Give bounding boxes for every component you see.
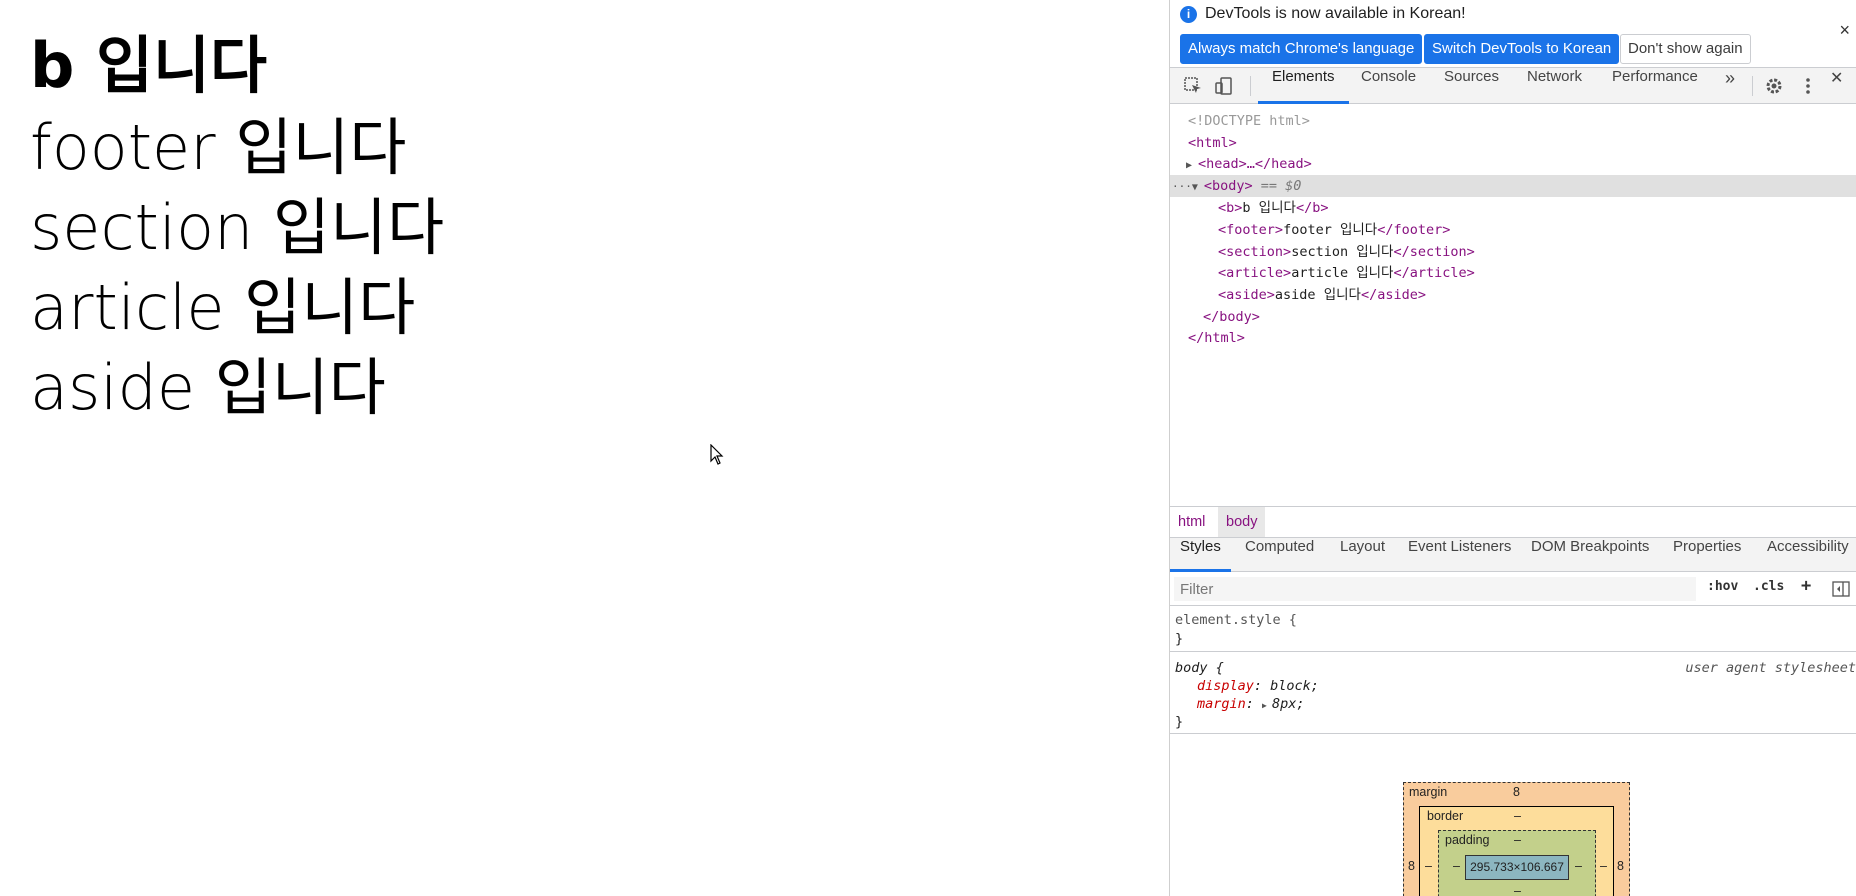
box-model-diagram: margin 8 8 8 border – – – padding – – – …: [1170, 734, 1856, 896]
padding-top-value[interactable]: –: [1514, 833, 1521, 847]
page-b-text: b 입니다: [30, 29, 268, 102]
element-style-close: }: [1175, 631, 1184, 647]
padding-right-value[interactable]: –: [1575, 859, 1582, 873]
cls-toggle-button[interactable]: .cls: [1753, 579, 1784, 594]
margin-right-value[interactable]: 8: [1617, 859, 1624, 873]
new-style-rule-icon[interactable]: +: [1801, 576, 1811, 596]
expand-triangle-icon[interactable]: ▶: [1186, 155, 1198, 177]
dom-child-footer[interactable]: <footer>footer 입니다</footer>: [1170, 219, 1856, 241]
toggle-sidebar-icon[interactable]: [1832, 581, 1850, 597]
collapse-triangle-icon[interactable]: ▼: [1192, 177, 1204, 199]
expand-triangle-icon[interactable]: ▶: [1262, 697, 1272, 715]
inspect-element-icon[interactable]: [1183, 76, 1203, 96]
user-agent-stylesheet-label: user agent stylesheet: [1685, 660, 1856, 676]
dom-tree: <!DOCTYPE html> <html> ▶ <head>…</head> ·…: [1170, 104, 1856, 506]
body-ua-rule: body { user agent stylesheet display: bl…: [1170, 652, 1856, 734]
dom-html-open[interactable]: <html>: [1170, 132, 1856, 154]
match-language-button[interactable]: Always match Chrome's language: [1180, 34, 1423, 64]
body-rule-selector[interactable]: body {: [1175, 659, 1224, 677]
dom-head[interactable]: ▶ <head>…</head>: [1170, 153, 1856, 175]
margin-declaration[interactable]: margin: ▶ 8px;: [1197, 695, 1305, 713]
dom-child-section[interactable]: <section>section 입니다</section>: [1170, 241, 1856, 263]
more-options-icon[interactable]: [1798, 76, 1818, 96]
box-model-content-size[interactable]: 295.733×106.667: [1465, 855, 1569, 880]
devtools-panel: i DevTools is now available in Korean! ×…: [1169, 0, 1856, 896]
display-declaration[interactable]: display: block;: [1197, 677, 1319, 695]
element-style-rule: element.style { }: [1170, 606, 1856, 652]
border-right-value[interactable]: –: [1600, 859, 1607, 873]
dom-child-aside[interactable]: <aside>aside 입니다</aside>: [1170, 284, 1856, 306]
settings-gear-icon[interactable]: [1764, 76, 1784, 96]
tab-network[interactable]: Network: [1527, 68, 1582, 104]
mouse-cursor-icon: [710, 444, 724, 465]
tab-elements[interactable]: Elements: [1258, 68, 1349, 104]
tab-sources[interactable]: Sources: [1444, 68, 1499, 104]
styles-filter-input[interactable]: [1174, 577, 1696, 601]
styles-tab-bar: Styles Computed Layout Event Listeners D…: [1170, 538, 1856, 572]
close-devtools-icon[interactable]: ✕: [1830, 68, 1843, 104]
ellipsis-icon[interactable]: ···: [1172, 180, 1192, 193]
border-label: border: [1427, 809, 1464, 823]
dom-doctype[interactable]: <!DOCTYPE html>: [1170, 110, 1856, 132]
infobar-message: DevTools is now available in Korean!: [1205, 5, 1466, 22]
dom-html-close[interactable]: </html>: [1170, 327, 1856, 349]
tab-accessibility[interactable]: Accessibility: [1767, 538, 1849, 572]
more-tabs-icon[interactable]: »: [1725, 68, 1735, 104]
toolbar-divider: [1752, 76, 1753, 96]
dom-child-b[interactable]: <b>b 입니다</b>: [1170, 197, 1856, 219]
dom-body-selected[interactable]: ···▼ <body> == $0: [1170, 175, 1856, 197]
switch-korean-button[interactable]: Switch DevTools to Korean: [1424, 34, 1620, 64]
toolbar-divider: [1250, 76, 1251, 96]
dont-show-again-button[interactable]: Don't show again: [1620, 34, 1751, 64]
dom-child-article[interactable]: <article>article 입니다</article>: [1170, 262, 1856, 284]
body-rule-close: }: [1175, 714, 1184, 730]
rendered-page: b 입니다 footer 입니다 section 입니다 article 입니다…: [0, 0, 1169, 896]
element-style-selector[interactable]: element.style {: [1175, 611, 1297, 629]
padding-bottom-value[interactable]: –: [1514, 884, 1521, 896]
infobar-close-icon[interactable]: ×: [1839, 20, 1850, 41]
page-section-text: section 입니다: [30, 191, 445, 264]
info-icon: i: [1180, 6, 1197, 23]
dom-body-close[interactable]: </body>: [1170, 306, 1856, 328]
padding-label: padding: [1445, 833, 1490, 847]
tab-styles[interactable]: Styles: [1170, 538, 1231, 572]
breadcrumb-body[interactable]: body: [1218, 507, 1266, 537]
tab-properties[interactable]: Properties: [1673, 538, 1741, 572]
page-article-text: article 입니다: [30, 271, 416, 344]
device-toolbar-icon[interactable]: [1214, 76, 1234, 96]
tab-event-listeners[interactable]: Event Listeners: [1408, 538, 1511, 572]
main-tab-bar: Elements Console Sources Network Perform…: [1170, 68, 1856, 104]
margin-label: margin: [1409, 785, 1448, 799]
selected-marker: == $0: [1260, 178, 1302, 194]
tab-dom-breakpoints[interactable]: DOM Breakpoints: [1531, 538, 1649, 572]
page-aside-text: aside 입니다: [30, 351, 386, 424]
border-top-value[interactable]: –: [1514, 809, 1521, 823]
padding-left-value[interactable]: –: [1453, 859, 1460, 873]
breadcrumb: html body: [1170, 506, 1856, 538]
border-left-value[interactable]: –: [1425, 859, 1432, 873]
language-infobar: i DevTools is now available in Korean! ×…: [1170, 0, 1856, 68]
tab-console[interactable]: Console: [1361, 68, 1416, 104]
margin-top-value[interactable]: 8: [1513, 785, 1520, 799]
tab-layout[interactable]: Layout: [1340, 538, 1385, 572]
styles-filter-bar: :hov .cls +: [1170, 572, 1856, 606]
breadcrumb-html[interactable]: html: [1170, 507, 1213, 537]
tab-performance[interactable]: Performance: [1612, 68, 1698, 104]
margin-left-value[interactable]: 8: [1408, 859, 1415, 873]
hov-toggle-button[interactable]: :hov: [1707, 579, 1738, 594]
tab-computed[interactable]: Computed: [1245, 538, 1314, 572]
page-footer-text: footer 입니다: [30, 111, 407, 184]
